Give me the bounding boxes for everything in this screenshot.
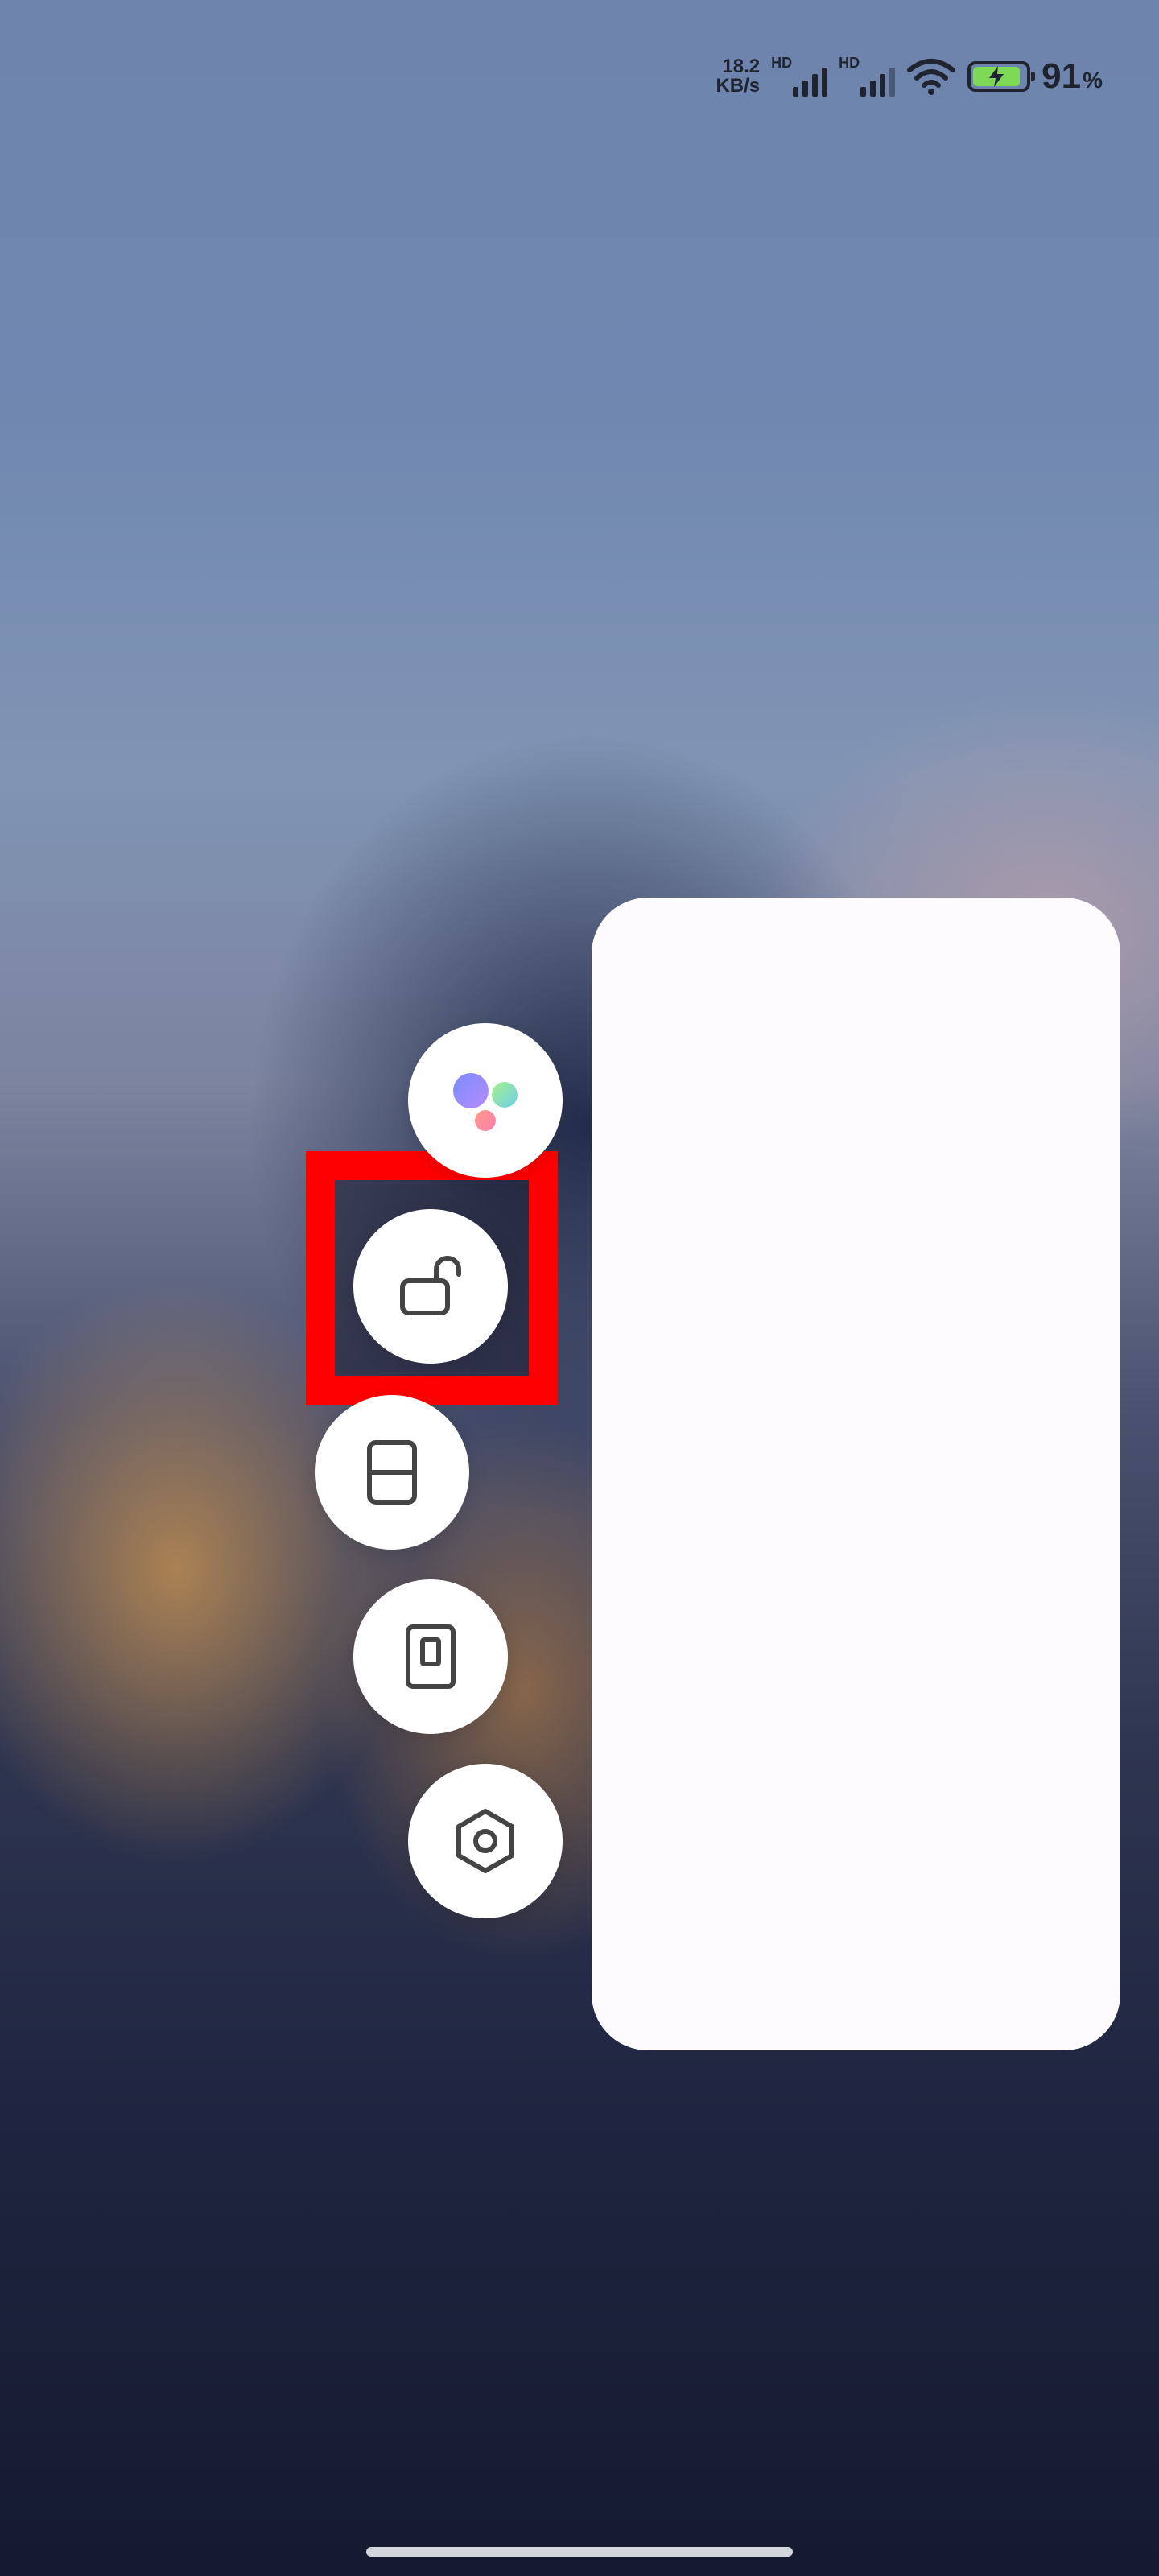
split-screen-icon [367, 1440, 417, 1505]
sim1-hd-label: HD [771, 55, 793, 71]
signal-bars-icon [860, 68, 896, 97]
network-speed-unit: KB/s [716, 75, 761, 97]
unlock-button[interactable] [353, 1209, 508, 1364]
unlock-icon [400, 1256, 461, 1315]
status-bar: 18.2 KB/s HD HD 91 % [716, 48, 1103, 105]
network-speed: 18.2 KB/s [716, 57, 760, 96]
battery-value: 91 [1041, 56, 1082, 96]
battery-unit: % [1083, 68, 1103, 93]
floating-window-icon [406, 1624, 456, 1689]
assistant-button[interactable] [408, 1023, 563, 1178]
split-screen-button[interactable] [315, 1395, 469, 1550]
wifi-icon [906, 57, 956, 96]
charging-bolt-icon [989, 66, 1004, 87]
battery-fill [973, 66, 1021, 87]
sim2-hd-label: HD [839, 55, 860, 71]
assistant-dots-icon [453, 1073, 518, 1131]
floating-app-panel[interactable] [592, 898, 1120, 2050]
settings-hexagon-icon [456, 1809, 514, 1873]
home-indicator[interactable] [366, 2547, 793, 2557]
settings-button[interactable] [408, 1764, 563, 1918]
battery-percentage: 91% [1041, 56, 1103, 97]
network-speed-value: 18.2 [722, 56, 761, 77]
battery-icon [967, 61, 1036, 92]
floating-window-button[interactable] [353, 1579, 508, 1734]
signal-sim2: HD [839, 55, 896, 97]
signal-sim1: HD [771, 55, 828, 97]
screen: 18.2 KB/s HD HD 91 % [0, 0, 1159, 2576]
signal-bars-icon [793, 68, 828, 97]
